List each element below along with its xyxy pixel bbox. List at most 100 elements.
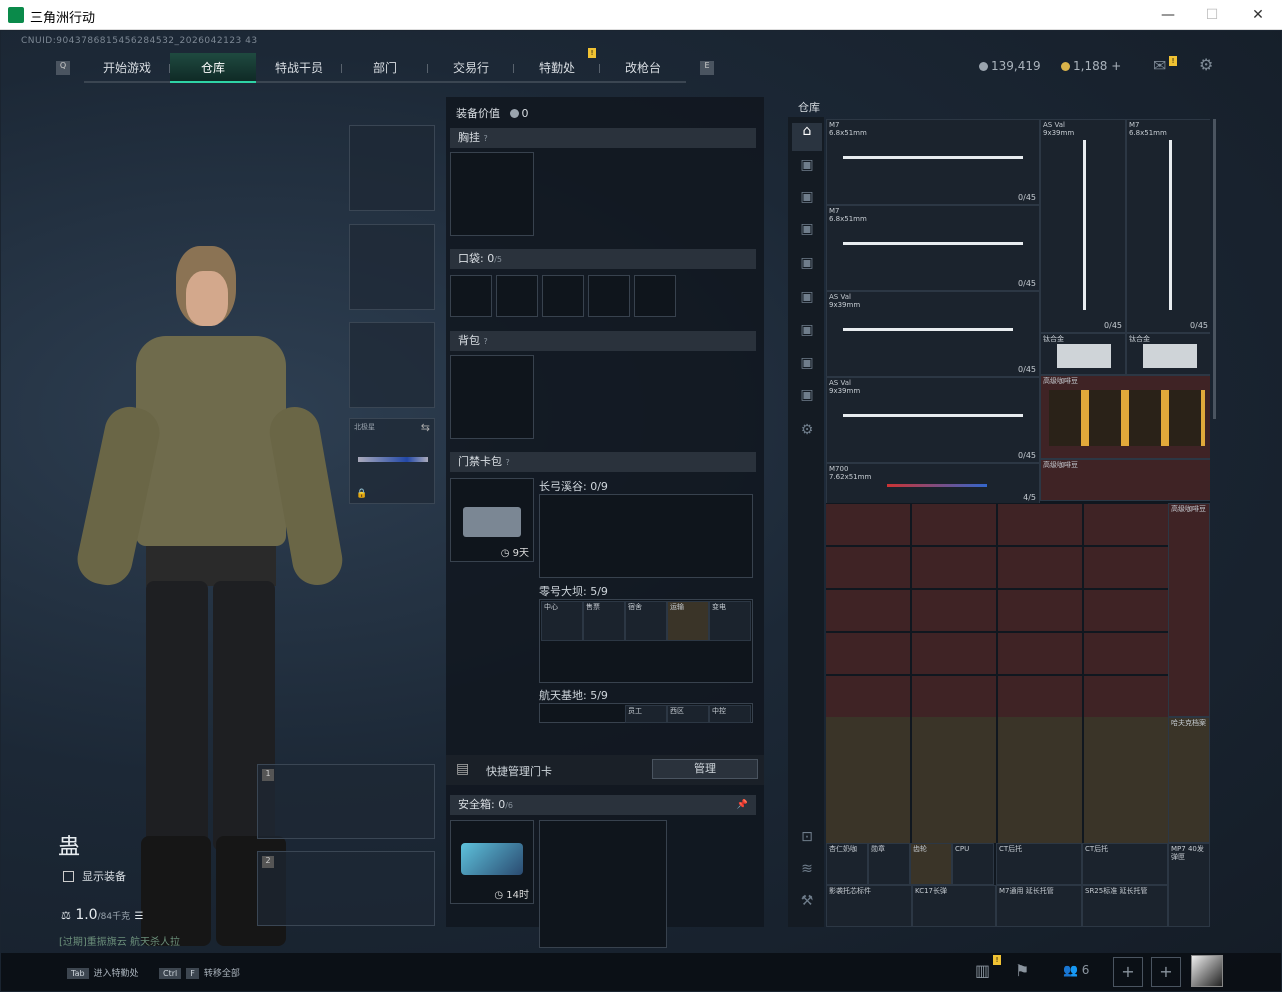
primary-weapon-slot-2[interactable]: 2 [257, 851, 435, 926]
help-icon[interactable]: ? [484, 337, 488, 346]
minimize-button[interactable]: — [1148, 4, 1188, 26]
stash-tab-7-icon[interactable]: ▣ [792, 322, 822, 350]
stash-scrollbar[interactable] [1213, 119, 1216, 419]
melee-slot[interactable]: 北极星 ⇆ 🔒 [349, 418, 435, 504]
checkbox[interactable] [63, 871, 74, 882]
stash-item-gun[interactable]: M7 6.8x51mm 0/45 [826, 205, 1040, 291]
keycard-case-slot[interactable]: ◷ 9天 [450, 478, 534, 562]
stats-icon[interactable]: ▥ [975, 961, 990, 980]
stash-item-attachment[interactable]: 影袭托芯标件 [826, 885, 912, 927]
stash-tab-9-icon[interactable]: ▣ [792, 387, 822, 415]
item-name: KC17长弹 [915, 887, 948, 895]
key-card[interactable]: 变电 [709, 601, 751, 641]
valley-key-grid[interactable] [539, 494, 753, 578]
tab-gunsmith[interactable]: 改枪台 [600, 53, 686, 83]
dam-key-grid[interactable]: 中心 售票 宿舍 运输 变电 [539, 599, 753, 683]
maximize-button[interactable]: ☐ [1192, 4, 1232, 26]
space-base-key-grid[interactable]: 员工 西区 中控 [539, 703, 753, 723]
stash-tab-2-icon[interactable]: ▣ [792, 157, 822, 185]
stash-grid[interactable]: M7 6.8x51mm 0/45 M7 6.8x51mm 0/45 AS Val 9x39… [826, 119, 1210, 927]
stash-item-coffee-beans[interactable]: 高级咖啡豆 [1168, 503, 1210, 717]
stash-item-coffee-beans[interactable]: 高级咖啡豆 [1040, 375, 1210, 459]
tab-special-ops[interactable]: 特勤处! [514, 48, 600, 83]
pocket-cell[interactable] [588, 275, 630, 317]
help-icon[interactable]: ? [484, 134, 488, 143]
nav-next-key[interactable]: E [700, 61, 714, 75]
armor-slot[interactable] [349, 224, 435, 310]
stash-item-mug[interactable]: 杏仁奶咖 [826, 843, 868, 885]
stash-item-medal[interactable]: 勋章 [868, 843, 910, 885]
tab-trading[interactable]: 交易行 [428, 53, 514, 83]
stash-item-gun[interactable]: AS Val 9x39mm 0/45 [826, 291, 1040, 377]
tab-warehouse[interactable]: 仓库 [170, 53, 256, 83]
close-button[interactable]: ✕ [1238, 4, 1278, 26]
key-card[interactable]: 员工 [625, 705, 667, 723]
stash-item-titanium[interactable]: 钛合金 [1040, 333, 1126, 375]
stash-item-attachment[interactable]: M7通用 延长托管 [996, 885, 1082, 927]
stash-item-coffee-beans[interactable]: 高级咖啡豆 [1040, 459, 1210, 501]
key-card[interactable]: 西区 [667, 705, 709, 723]
key-card[interactable]: 中控 [709, 705, 751, 723]
tool-icon[interactable]: ⚒ [792, 893, 822, 921]
tab-start-game[interactable]: 开始游戏 [84, 53, 170, 83]
key-card[interactable]: 宿舍 [625, 601, 667, 641]
key-card[interactable]: 售票 [583, 601, 625, 641]
list-icon[interactable]: ☰ [135, 911, 144, 922]
hint-special-ops[interactable]: Tab 进入特勤处 [67, 966, 139, 979]
stash-tab-3-icon[interactable]: ▣ [792, 189, 822, 217]
document-section [826, 717, 1168, 843]
tab-department[interactable]: 部门 [342, 53, 428, 83]
stash-item-gear[interactable]: 齿轮 [910, 843, 952, 885]
safe-box-slot[interactable]: ◷ 14时 [450, 820, 534, 904]
helmet-slot[interactable] [349, 125, 435, 211]
stash-settings-icon[interactable]: ⚙ [792, 422, 822, 450]
primary-weapon-slot-1[interactable]: 1 [257, 764, 435, 839]
stash-tab-4-icon[interactable]: ▣ [792, 221, 822, 249]
stash-item-magazine[interactable]: MP7 40发弹匣 [1168, 843, 1210, 927]
key-card[interactable]: 运输 [667, 601, 709, 641]
stash-tab-8-icon[interactable]: ▣ [792, 355, 822, 383]
chest-rig-slot[interactable] [450, 152, 534, 236]
pocket-cell[interactable] [496, 275, 538, 317]
show-equipment-toggle[interactable]: 显示装备 [63, 868, 126, 884]
stash-item-document[interactable]: 哈夫克档案 [1168, 717, 1210, 843]
pocket-cell[interactable] [634, 275, 676, 317]
stash-item-gun[interactable]: AS Val 9x39mm 0/45 [826, 377, 1040, 463]
stash-item-stock[interactable]: CT后托 [996, 843, 1082, 885]
tab-operators[interactable]: 特战干员 [256, 53, 342, 83]
mail-icon[interactable]: ✉ [1153, 56, 1166, 75]
stash-tab-5-icon[interactable]: ▣ [792, 255, 822, 283]
stash-item-cpu[interactable]: CPU [952, 843, 994, 885]
safe-box-grid[interactable] [539, 820, 667, 948]
pin-icon[interactable]: 📌 [737, 795, 748, 815]
nav-prev-key[interactable]: Q [56, 61, 70, 75]
stash-item-titanium[interactable]: 钛合金 [1126, 333, 1210, 375]
stash-tab-6-icon[interactable]: ▣ [792, 289, 822, 317]
gear-icon[interactable]: ⚙ [1199, 55, 1213, 74]
stash-item-attachment[interactable]: SR25标准 延长托管 [1082, 885, 1168, 927]
backpack-slot[interactable] [450, 355, 534, 439]
stash-item-gun[interactable]: M700 7.62x51mm 4/5 [826, 463, 1040, 505]
stash-tab-all-icon[interactable]: ⌂ [792, 123, 822, 151]
hint-transfer-all[interactable]: Ctrl F 转移全部 [159, 966, 240, 979]
help-icon[interactable]: ? [506, 458, 510, 467]
pistol-slot[interactable] [349, 322, 435, 408]
key-card[interactable]: 中心 [541, 601, 583, 641]
stash-item-gun[interactable]: M7 6.8x51mm 0/45 [1126, 119, 1210, 333]
sort-icon[interactable]: ⊡ [792, 829, 822, 857]
stash-item-gun[interactable]: M7 6.8x51mm 0/45 [826, 119, 1040, 205]
friends-button[interactable]: 👥 6 [1063, 963, 1089, 977]
stash-item-attachment[interactable]: KC17长弹 [912, 885, 996, 927]
add-currency-button[interactable]: + [1111, 59, 1121, 73]
manage-button[interactable]: 管理 [652, 759, 758, 779]
stash-item-stock[interactable]: CT后托 [1082, 843, 1168, 885]
layers-icon[interactable]: ≋ [792, 861, 822, 889]
avatar[interactable] [1191, 955, 1223, 987]
pocket-cell[interactable] [450, 275, 492, 317]
swap-icon[interactable]: ⇆ [421, 421, 430, 434]
stash-item-gun[interactable]: AS Val 9x39mm 0/45 [1040, 119, 1126, 333]
invite-slot-1[interactable]: + [1113, 957, 1143, 987]
invite-slot-2[interactable]: + [1151, 957, 1181, 987]
flag-icon[interactable]: ⚑ [1015, 961, 1029, 980]
pocket-cell[interactable] [542, 275, 584, 317]
